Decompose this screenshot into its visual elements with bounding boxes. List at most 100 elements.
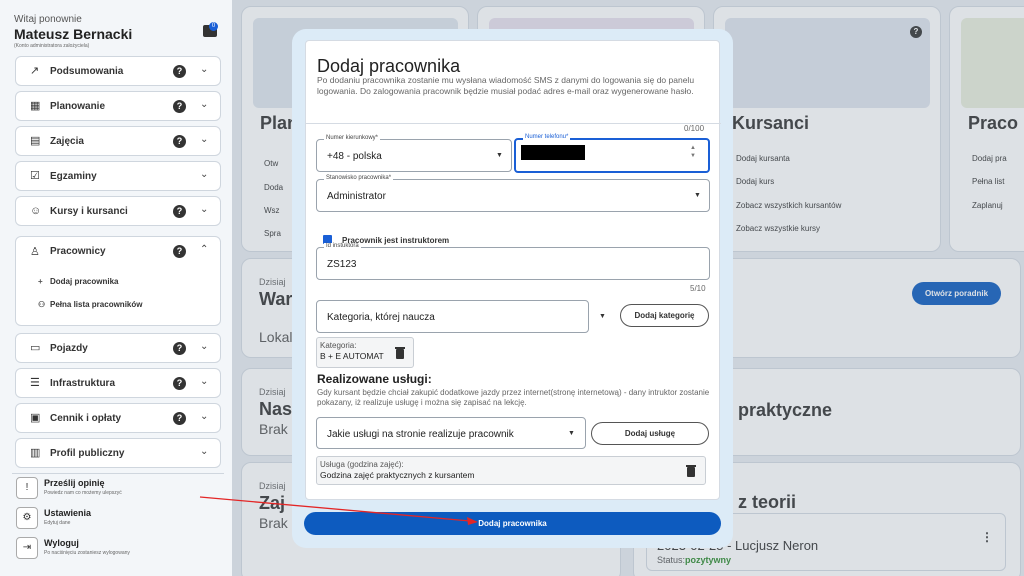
sidebar-item-pracownicy[interactable]: ♙ Pracownicy ? ⌃ + Dodaj pracownika ⚇ Pełn… [15,236,221,326]
feedback-button[interactable]: ! Prześlij opinię Powiedz nam co możemy … [15,476,225,502]
welcome-text: Witaj ponownie [14,14,82,25]
face-icon: ☺ [30,205,42,217]
service-chip-value: Godzina zajęć praktycznych z kursantem [320,470,475,480]
chevron-down-icon[interactable]: ⌄ [200,169,208,180]
sub-item-add-employee[interactable]: + Dodaj pracownika [38,277,118,286]
sub-item-label: Pełna lista pracowników [50,300,143,309]
chevron-down-icon[interactable]: ⌄ [200,204,208,215]
user-header: Witaj ponownie Mateusz Bernacki (Konto a… [14,14,224,49]
sidebar-item-label: Cennik i opłaty [50,413,122,424]
sidebar-item-label: Zajęcia [50,136,84,147]
sidebar-item-infrastruktura[interactable]: ☰ Infrastruktura ? ⌄ [15,368,221,398]
sidebar: Witaj ponownie Mateusz Bernacki (Konto a… [0,0,232,576]
sub-item-employee-list[interactable]: ⚇ Pełna lista pracowników [38,300,142,309]
phone-number-label: Numer telefonu* [523,134,571,140]
services-description: Gdy kursant będzie chciał zakupić dodatk… [317,388,710,407]
modal-description: Po dodaniu pracownika zostanie mu wysłan… [317,75,695,96]
dropdown-arrow-icon: ▼ [599,313,606,320]
storage-icon: ☰ [30,377,40,389]
country-code-select[interactable]: Numer kierunkowy* +48 - polska ▼ [316,135,512,172]
sidebar-item-label: Pojazdy [50,343,88,354]
service-select-placeholder: Jakie usługi na stronie realizuje pracow… [327,429,514,440]
chevron-down-icon[interactable]: ⌄ [200,64,208,75]
add-category-button[interactable]: Dodaj kategorię [620,304,709,327]
help-icon[interactable]: ? [173,65,186,78]
description-divider [306,123,721,124]
add-employee-modal: Dodaj pracownika Po dodaniu pracownika z… [292,29,733,548]
help-icon[interactable]: ? [173,342,186,355]
account-note: (Konto administratora zalożyciela) [14,43,90,49]
chevron-down-icon[interactable]: ⌄ [200,446,208,457]
dropdown-arrow-icon: ▼ [568,430,575,437]
sidebar-item-label: Kursy i kursanci [50,206,128,217]
position-label: Stanowisko pracownika* [324,175,394,181]
help-icon[interactable]: ? [173,245,186,258]
chevron-down-icon[interactable]: ⌄ [200,411,208,422]
divider [12,473,224,474]
help-icon[interactable]: ? [173,377,186,390]
delete-icon[interactable] [686,465,696,477]
service-chip-label: Usługa (godzina zajęć): [320,460,404,469]
sidebar-item-cennik[interactable]: ▣ Cennik i opłaty ? ⌄ [15,403,221,433]
car-icon: ▭ [30,342,41,354]
submit-add-employee-button[interactable]: Dodaj pracownika [304,512,721,535]
sidebar-item-planowanie[interactable]: ▦ Planowanie ? ⌄ [15,91,221,121]
sidebar-item-egzaminy[interactable]: ☑ Egzaminy ⌄ [15,161,221,191]
chevron-up-icon[interactable]: ⌃ [200,244,208,255]
clipboard-icon: ▤ [30,135,41,147]
bar-chart-icon: ▥ [30,447,41,459]
sidebar-item-label: Infrastruktura [50,378,116,389]
sidebar-item-label: Podsumowania [50,66,124,77]
dropdown-arrow-icon: ▼ [694,192,701,199]
chevron-down-icon[interactable]: ⌄ [200,376,208,387]
feedback-subtitle: Powiedz nam co możemy ulepszyć [44,490,122,496]
modal-form: Dodaj pracownika Po dodaniu pracownika z… [305,40,721,500]
sidebar-item-podsumowania[interactable]: ↗ Podsumowania ? ⌄ [15,56,221,86]
feedback-icon: ! [16,477,38,499]
instructor-id-label: Id instuktora [324,243,361,249]
sidebar-item-label: Egzaminy [50,171,97,182]
sidebar-item-label: Pracownicy [50,246,106,257]
sidebar-item-pojazdy[interactable]: ▭ Pojazdy ? ⌄ [15,333,221,363]
sidebar-item-label: Planowanie [50,101,106,112]
phone-number-field[interactable]: Numer telefonu* ▲ ▼ [514,134,710,173]
service-select[interactable]: Jakie usługi na stronie realizuje pracow… [316,417,586,449]
category-chip: Kategoria: B + E AUTOMAT [316,337,414,368]
dropdown-arrow-icon: ▼ [496,152,503,159]
feedback-title: Prześlij opinię [44,478,105,488]
sidebar-item-profil[interactable]: ▥ Profil publiczny ⌄ [15,438,221,468]
sidebar-item-kursy[interactable]: ☺ Kursy i kursanci ? ⌄ [15,196,221,226]
redacted-phone-value [521,145,585,160]
country-code-label: Numer kierunkowy* [324,135,381,141]
instructor-id-value: ZS123 [327,259,357,270]
service-chip: Usługa (godzina zajęć): Godzina zajęć pr… [316,456,706,485]
logout-button[interactable]: ⇥ Wyloguj Po naciśnięciu zostaniesz wylo… [15,536,225,562]
position-select[interactable]: Stanowisko pracownika* Administrator ▼ [316,175,710,212]
delete-icon[interactable] [395,347,405,359]
help-icon[interactable]: ? [173,412,186,425]
settings-title: Ustawienia [44,508,92,518]
person-icon: ♙ [30,246,40,258]
checkbox-icon: ☑ [30,170,40,182]
chevron-down-icon[interactable]: ⌄ [200,99,208,110]
instructor-id-field[interactable]: Id instuktora ZS123 [316,243,710,280]
trending-icon: ↗ [30,65,40,77]
description-counter: 0/100 [684,124,705,133]
settings-subtitle: Edytuj dane [44,520,71,526]
money-icon: ▣ [30,412,41,424]
help-icon[interactable]: ? [173,100,186,113]
help-icon[interactable]: ? [173,205,186,218]
gear-icon: ⚙ [16,507,38,529]
sidebar-item-zajecia[interactable]: ▤ Zajęcia ? ⌄ [15,126,221,156]
chevron-down-icon[interactable]: ⌄ [200,134,208,145]
sidebar-item-label: Profil publiczny [50,448,125,459]
settings-button[interactable]: ⚙ Ustawienia Edytuj dane [15,506,225,532]
user-name: Mateusz Bernacki [14,26,133,42]
calendar-icon: ▦ [30,100,41,112]
category-select[interactable]: Kategoria, której naucza ▼ [316,300,606,333]
position-value: Administrator [327,191,386,202]
number-spinner-icon[interactable]: ▲ ▼ [690,144,696,160]
help-icon[interactable]: ? [173,135,186,148]
add-service-button[interactable]: Dodaj usługę [591,422,709,445]
chevron-down-icon[interactable]: ⌄ [200,341,208,352]
